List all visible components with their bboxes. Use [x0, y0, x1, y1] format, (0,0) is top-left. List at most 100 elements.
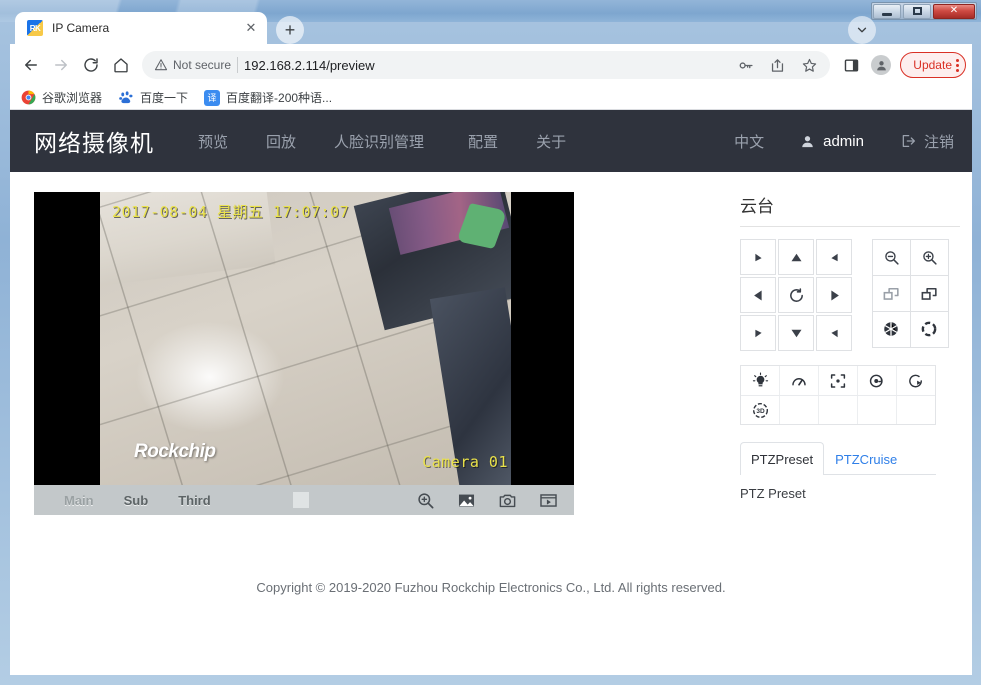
- snapshot-icon[interactable]: [498, 491, 517, 510]
- tab-title: IP Camera: [52, 21, 234, 35]
- ptz-function-empty: [857, 396, 896, 424]
- tab-ptz-cruise[interactable]: PTZCruise: [824, 442, 908, 475]
- home-icon[interactable]: [106, 50, 136, 80]
- baidu-icon: [118, 90, 134, 106]
- focus-near-icon[interactable]: [872, 275, 911, 312]
- nav-language-switch[interactable]: 中文: [734, 131, 764, 152]
- light-icon[interactable]: [741, 366, 779, 395]
- pan-up-left-icon[interactable]: [816, 315, 852, 351]
- chevron-down-icon[interactable]: [848, 16, 876, 44]
- ptz-title: 云台: [740, 192, 960, 226]
- preset-scan-icon[interactable]: [857, 366, 896, 395]
- back-icon[interactable]: [16, 50, 46, 80]
- nav-item-preview[interactable]: 预览: [198, 131, 228, 152]
- nav-logout[interactable]: 注销: [900, 131, 954, 152]
- site-navbar: 网络摄像机 预览 回放 人脸识别管理 配置 关于 中文 admin 注销: [10, 110, 972, 172]
- footer-copyright: Copyright © 2019-2020 Fuzhou Rockchip El…: [10, 580, 972, 595]
- close-icon[interactable]: ✕: [243, 20, 259, 36]
- pan-left-icon[interactable]: [740, 277, 776, 313]
- bookmark-star-icon[interactable]: [794, 50, 824, 80]
- video-watermark: Rockchip: [134, 441, 216, 463]
- update-button[interactable]: Update: [900, 52, 966, 78]
- ptz-divider: [740, 226, 960, 227]
- stream-button-main[interactable]: Main: [64, 493, 94, 508]
- video-watermark-text: Rockchip: [134, 441, 216, 462]
- nav-user-label: admin: [823, 133, 864, 150]
- user-icon: [800, 134, 815, 149]
- nav-user[interactable]: admin: [800, 133, 864, 150]
- update-button-label: Update: [913, 58, 952, 72]
- ptz-controls: [740, 239, 960, 351]
- ptz-preset-body: PTZ Preset: [740, 475, 960, 501]
- ptz-function-empty: [896, 396, 935, 424]
- iris-open-icon[interactable]: [910, 311, 949, 348]
- bookmark-label: 百度一下: [140, 89, 188, 106]
- ptz-function-panel: 3D: [740, 365, 936, 425]
- browser-window: ✕ RK IP Camera ✕ + Not secur: [0, 0, 981, 685]
- share-icon[interactable]: [762, 50, 792, 80]
- omnibox-actions: [730, 50, 824, 80]
- nav-item-config[interactable]: 配置: [468, 131, 498, 152]
- ptz-tab-bar: PTZPreset PTZCruise: [740, 441, 936, 475]
- pan-down-icon[interactable]: [778, 315, 814, 351]
- iris-close-icon[interactable]: [872, 311, 911, 348]
- pan-up-right-icon[interactable]: [740, 315, 776, 351]
- three-d-position-icon[interactable]: 3D: [741, 396, 779, 424]
- pan-down-right-icon[interactable]: [740, 239, 776, 275]
- ptz-lens-controls: [872, 239, 948, 351]
- pan-up-icon[interactable]: [778, 239, 814, 275]
- reload-icon[interactable]: [76, 50, 106, 80]
- osd-camera-name: Camera 01: [422, 453, 508, 471]
- omnibox-divider: [237, 57, 238, 73]
- site-brand[interactable]: 网络摄像机: [34, 124, 154, 158]
- bookmark-item[interactable]: 译 百度翻译-200种语...: [204, 89, 332, 106]
- tab-ptz-preset[interactable]: PTZPreset: [740, 442, 824, 475]
- video-toolbar: [416, 491, 558, 510]
- security-label: Not secure: [173, 58, 231, 72]
- side-panel-icon[interactable]: [836, 50, 866, 80]
- new-tab-button[interactable]: +: [276, 16, 304, 44]
- logout-icon: [900, 133, 916, 149]
- ptz-function-empty: [818, 396, 857, 424]
- bookmark-item[interactable]: 百度一下: [118, 89, 188, 106]
- bookmark-item[interactable]: 谷歌浏览器: [20, 89, 102, 106]
- security-status[interactable]: Not secure: [154, 58, 231, 72]
- menu-kebab-icon[interactable]: [956, 59, 959, 72]
- pan-right-icon[interactable]: [816, 277, 852, 313]
- video-player[interactable]: 2017-08-04 星期五 17:07:07 Rockchip Camera …: [34, 192, 574, 485]
- stream-button-sub[interactable]: Sub: [124, 493, 149, 508]
- navbar-right-group: 中文 admin 注销: [698, 131, 972, 152]
- stream-indicator[interactable]: [293, 492, 309, 508]
- password-key-icon[interactable]: [730, 50, 760, 80]
- record-icon[interactable]: [539, 491, 558, 510]
- browser-tab[interactable]: RK IP Camera ✕: [15, 12, 267, 44]
- tab-strip: RK IP Camera ✕ +: [10, 8, 972, 44]
- image-quality-icon[interactable]: [457, 491, 476, 510]
- zoom-out-icon[interactable]: [872, 239, 911, 276]
- pan-down-left-icon[interactable]: [816, 239, 852, 275]
- video-panel: 2017-08-04 星期五 17:07:07 Rockchip Camera …: [34, 192, 574, 515]
- ptz-function-row: [741, 366, 935, 395]
- auto-focus-icon[interactable]: [818, 366, 857, 395]
- address-bar[interactable]: Not secure 192.168.2.114/preview: [142, 51, 830, 79]
- pattern-scan-icon[interactable]: [896, 366, 935, 395]
- osd-timestamp: 2017-08-04 星期五 17:07:07: [112, 201, 349, 222]
- forward-icon[interactable]: [46, 50, 76, 80]
- ptz-function-empty: [779, 396, 818, 424]
- nav-item-face-recognition[interactable]: 人脸识别管理: [334, 131, 424, 152]
- url-text[interactable]: 192.168.2.114/preview: [244, 58, 724, 73]
- warning-icon: [154, 58, 168, 72]
- auto-rotate-icon[interactable]: [778, 277, 814, 313]
- focus-far-icon[interactable]: [910, 275, 949, 312]
- browser-toolbar: Not secure 192.168.2.114/preview: [10, 44, 972, 86]
- zoom-in-icon[interactable]: [910, 239, 949, 276]
- ptz-panel: 云台: [740, 192, 960, 515]
- digital-zoom-icon[interactable]: [416, 491, 435, 510]
- nav-item-playback[interactable]: 回放: [266, 131, 296, 152]
- profile-avatar[interactable]: [866, 50, 896, 80]
- wiper-icon[interactable]: [779, 366, 818, 395]
- svg-text:3D: 3D: [756, 408, 765, 415]
- nav-item-about[interactable]: 关于: [536, 131, 566, 152]
- ptz-direction-pad: [740, 239, 852, 351]
- stream-button-third[interactable]: Third: [178, 493, 211, 508]
